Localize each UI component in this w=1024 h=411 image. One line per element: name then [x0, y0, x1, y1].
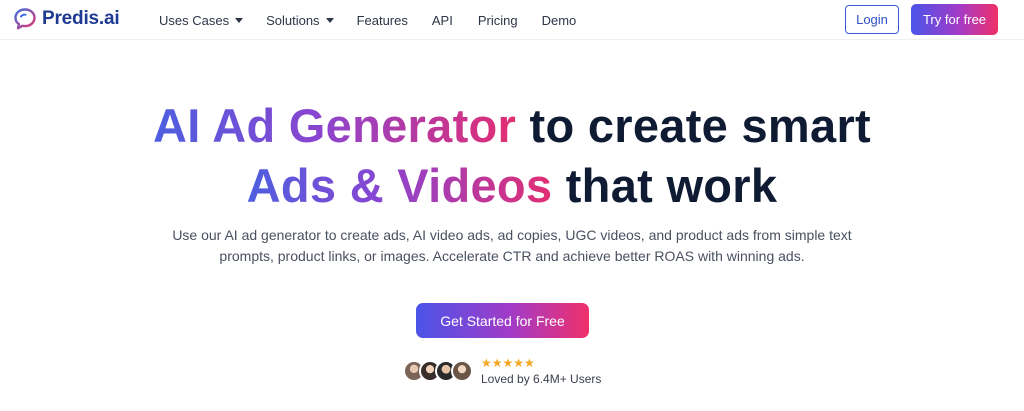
top-navbar: Predis.ai Uses Cases Solutions Features …: [0, 0, 1024, 40]
speech-bubble-logo-icon: [14, 8, 36, 30]
nav-item-api[interactable]: API: [432, 13, 453, 28]
nav-item-pricing[interactable]: Pricing: [478, 13, 518, 28]
nav-item-label: Solutions: [266, 12, 320, 28]
loved-by-text: Loved by 6.4M+ Users: [481, 371, 602, 386]
caret-down-icon: [325, 17, 334, 23]
main-menu: Uses Cases Solutions Features API Pricin…: [159, 0, 576, 40]
star-rating-icon: ★★★★★: [481, 355, 535, 370]
user-avatars: [403, 360, 473, 382]
caret-down-icon: [235, 17, 244, 23]
rating-block: ★★★★★ Loved by 6.4M+ Users: [481, 357, 601, 386]
hero-description: Use our AI ad generator to create ads, A…: [172, 227, 852, 264]
headline-highlight-2: Ads & Videos: [246, 159, 553, 212]
nav-item-label: API: [431, 12, 453, 28]
nav-item-uses-cases[interactable]: Uses Cases: [159, 12, 244, 28]
nav-item-label: Features: [356, 12, 408, 28]
nav-item-solutions[interactable]: Solutions: [266, 12, 334, 28]
try-for-free-button[interactable]: Try for free: [911, 4, 998, 35]
avatar: [451, 360, 473, 382]
headline-highlight-1: AI Ad Generator: [152, 99, 517, 152]
brand-name: Predis.ai: [42, 8, 120, 29]
brand-logo[interactable]: Predis.ai: [12, 6, 120, 32]
social-proof: ★★★★★ Loved by 6.4M+ Users: [403, 356, 601, 386]
headline-text-2: that work: [552, 159, 778, 212]
login-button[interactable]: Login: [845, 5, 899, 34]
hero-headline: AI Ad Generator to create smart Ads & Vi…: [0, 96, 1024, 216]
get-started-button[interactable]: Get Started for Free: [416, 303, 589, 338]
nav-item-label: Uses Cases: [159, 12, 230, 28]
headline-text-1: to create smart: [516, 99, 871, 152]
nav-item-demo[interactable]: Demo: [542, 13, 577, 28]
nav-item-label: Pricing: [477, 12, 518, 28]
nav-item-features[interactable]: Features: [357, 13, 408, 28]
nav-item-label: Demo: [541, 12, 577, 28]
